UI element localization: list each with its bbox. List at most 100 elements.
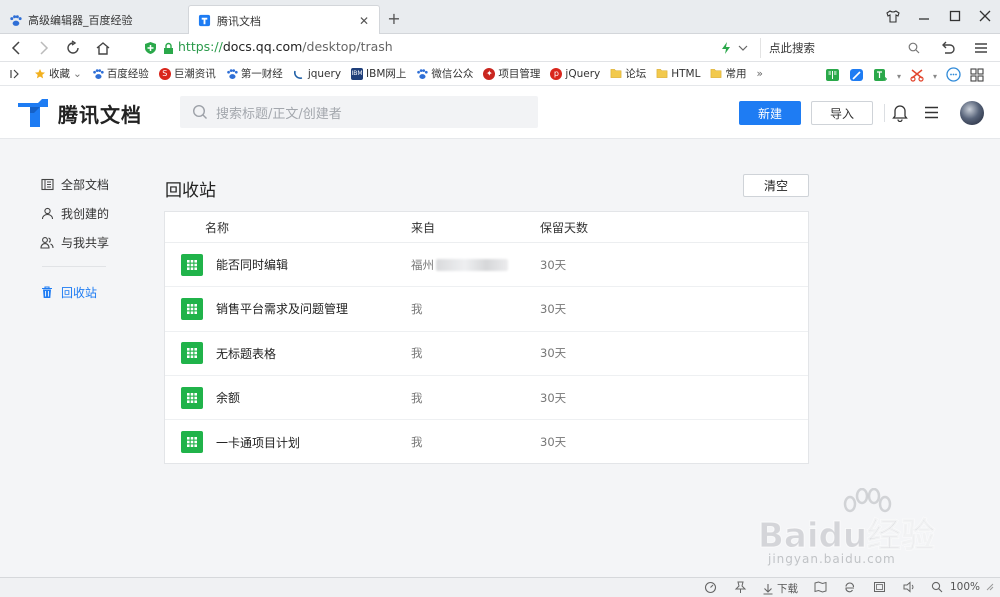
clear-trash-button[interactable]: 清空 bbox=[743, 174, 809, 197]
bookmark-item[interactable]: p jQuery bbox=[550, 67, 600, 80]
reload-icon[interactable] bbox=[63, 38, 83, 58]
app-logo[interactable]: 腾讯文档 bbox=[16, 97, 142, 129]
table-row[interactable]: 余额 我 30天 bbox=[165, 376, 808, 421]
close-window-icon[interactable] bbox=[975, 6, 995, 26]
window-icon[interactable] bbox=[873, 581, 886, 593]
file-from: 我 bbox=[411, 346, 423, 361]
sidebar-toggle-icon[interactable] bbox=[10, 69, 20, 79]
chevron-down-icon[interactable] bbox=[733, 38, 753, 58]
chat-icon[interactable] bbox=[946, 67, 961, 85]
address-bar: https://docs.qq.com/desktop/trash 点此搜索 bbox=[0, 34, 1000, 62]
table-header: 名称 来自 保留天数 bbox=[165, 212, 808, 243]
spreadsheet-icon bbox=[181, 431, 203, 454]
grid-icon[interactable] bbox=[970, 67, 984, 85]
bookmarks-more[interactable]: » bbox=[756, 68, 762, 80]
search-icon bbox=[192, 104, 207, 119]
ie-icon[interactable] bbox=[843, 581, 856, 594]
search-icon[interactable] bbox=[904, 38, 924, 58]
bookmark-label: IBM网上 bbox=[366, 68, 407, 80]
translate-icon[interactable] bbox=[873, 68, 888, 85]
bookmark-favorites[interactable]: 收藏 ⌄ bbox=[34, 66, 82, 81]
bookmark-item[interactable]: 百度经验 bbox=[92, 66, 149, 81]
tencent-docs-icon bbox=[197, 14, 211, 28]
folder-icon bbox=[610, 68, 622, 80]
header-divider bbox=[884, 104, 885, 122]
bookmark-item[interactable]: 第一财经 bbox=[226, 66, 283, 81]
user-icon bbox=[40, 207, 54, 221]
zoom-level[interactable]: 100% bbox=[950, 581, 980, 593]
red-badge-icon: p bbox=[550, 67, 563, 80]
file-from: 福州 bbox=[411, 257, 508, 273]
minimize-icon[interactable] bbox=[914, 6, 934, 26]
undo-icon[interactable] bbox=[938, 38, 958, 58]
shirt-icon[interactable] bbox=[883, 6, 903, 26]
bookmark-folder[interactable]: 常用 bbox=[710, 66, 746, 81]
file-retention-days: 30天 bbox=[540, 390, 567, 405]
maximize-icon[interactable] bbox=[945, 6, 965, 26]
bookmark-item[interactable]: ✦ 项目管理 bbox=[483, 66, 540, 81]
downloads-button[interactable]: 下载 bbox=[762, 581, 798, 596]
spreadsheet-icon bbox=[181, 342, 203, 365]
paw-icon bbox=[226, 68, 238, 80]
scissors-icon[interactable] bbox=[910, 68, 924, 85]
redacted-text bbox=[436, 258, 508, 271]
bell-icon[interactable] bbox=[892, 104, 908, 125]
bookmark-item[interactable]: S 巨潮资讯 bbox=[158, 66, 216, 81]
chevron-down-icon[interactable]: ▾ bbox=[933, 72, 937, 81]
new-tab-icon[interactable]: + bbox=[386, 9, 402, 28]
forward-icon[interactable] bbox=[34, 38, 54, 58]
file-retention-days: 30天 bbox=[540, 435, 567, 450]
file-from: 我 bbox=[411, 390, 423, 405]
sidebar-item-trash[interactable]: 回收站 bbox=[40, 278, 160, 307]
volume-icon[interactable] bbox=[903, 581, 916, 593]
map-icon[interactable] bbox=[814, 581, 827, 593]
file-name-cell: 余额 bbox=[181, 386, 241, 409]
bookmark-item[interactable]: IBM IBM网上 bbox=[351, 66, 406, 81]
column-header-days: 保留天数 bbox=[540, 220, 589, 235]
pin-icon[interactable] bbox=[734, 581, 747, 594]
table-row[interactable]: 能否同时编辑 福州 30天 bbox=[165, 243, 808, 288]
bookmark-folder[interactable]: 论坛 bbox=[610, 66, 646, 81]
table-row[interactable]: 销售平台需求及问题管理 我 30天 bbox=[165, 287, 808, 332]
bookmark-folder[interactable]: HTML bbox=[656, 68, 700, 80]
table-row[interactable]: 一卡通项目计划 我 30天 bbox=[165, 420, 808, 464]
feather-icon[interactable] bbox=[849, 68, 864, 85]
reader-icon[interactable] bbox=[825, 68, 840, 85]
file-name-cell: 无标题表格 bbox=[181, 342, 277, 365]
menu-icon[interactable] bbox=[924, 106, 939, 122]
file-name: 无标题表格 bbox=[216, 346, 277, 361]
bookmark-item[interactable]: 微信公众 bbox=[416, 66, 473, 81]
avatar[interactable] bbox=[960, 101, 984, 125]
home-icon[interactable] bbox=[93, 38, 113, 58]
import-button[interactable]: 导入 bbox=[811, 101, 873, 125]
tencent-docs-logo-icon bbox=[18, 99, 48, 127]
sidebar-item-shared-with-me[interactable]: 与我共享 bbox=[40, 228, 160, 257]
app-name: 腾讯文档 bbox=[58, 102, 142, 127]
close-tab-icon[interactable]: ✕ bbox=[357, 14, 371, 28]
new-button[interactable]: 新建 bbox=[739, 101, 801, 125]
url-field[interactable]: https://docs.qq.com/desktop/trash bbox=[178, 39, 393, 54]
sidebar-item-created-by-me[interactable]: 我创建的 bbox=[40, 199, 160, 228]
table-row[interactable]: 无标题表格 我 30天 bbox=[165, 332, 808, 376]
speed-icon[interactable] bbox=[704, 581, 717, 594]
bookmark-label: 收藏 bbox=[49, 68, 70, 80]
spreadsheet-icon bbox=[181, 297, 203, 320]
baidu-watermark: Baidu经验 jingyan.baidu.com bbox=[757, 488, 954, 568]
chevron-down-icon[interactable]: ▾ bbox=[897, 72, 901, 81]
app-header: 腾讯文档 搜索标题/正文/创建者 新建 导入 bbox=[0, 86, 1000, 139]
bookmark-item[interactable]: jquery bbox=[293, 68, 341, 80]
menu-icon[interactable] bbox=[971, 38, 991, 58]
browser-tab-baidu[interactable]: 高级编辑器_百度经验 bbox=[0, 6, 186, 34]
doc-search-input[interactable]: 搜索标题/正文/创建者 bbox=[180, 96, 538, 128]
browser-tab-tencent-docs[interactable]: 腾讯文档 ✕ bbox=[188, 5, 380, 35]
back-icon[interactable] bbox=[6, 38, 26, 58]
browser-search-input[interactable]: 点此搜索 bbox=[760, 38, 922, 58]
resize-grip-icon[interactable] bbox=[984, 581, 994, 591]
bookmark-label: HTML bbox=[671, 67, 701, 80]
zoom-icon[interactable] bbox=[931, 581, 943, 593]
sidebar-item-all-documents[interactable]: 全部文档 bbox=[40, 170, 160, 199]
sidebar-divider bbox=[42, 266, 106, 267]
sidebar-item-label: 回收站 bbox=[61, 286, 98, 300]
status-bar: 下载 100% bbox=[0, 577, 1000, 597]
file-name: 余额 bbox=[216, 391, 241, 406]
